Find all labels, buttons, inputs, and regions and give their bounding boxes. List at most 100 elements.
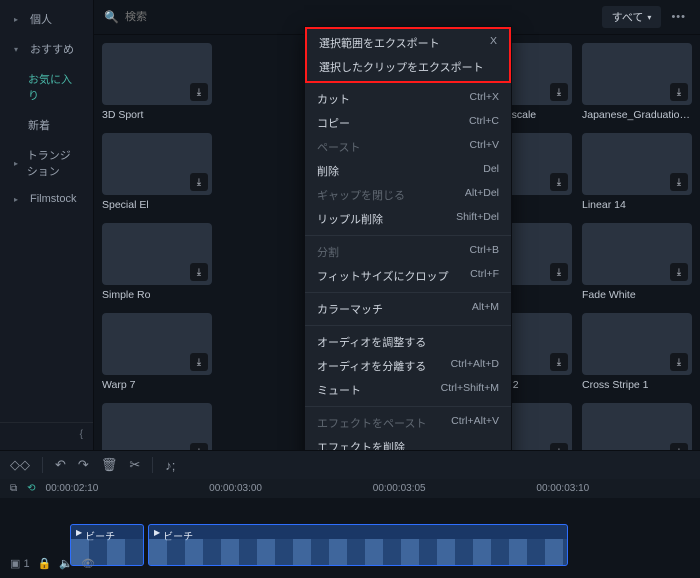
track-visible-icon[interactable]: 👁 [81,557,95,570]
thumbnail-image: ⤓ [102,133,212,195]
more-icon[interactable]: ••• [667,11,690,23]
menu-shortcut: Ctrl+B [470,244,499,260]
menu-label: ミュート [317,382,361,398]
download-icon[interactable]: ⤓ [550,443,568,450]
music-icon[interactable]: ♪; [165,458,175,473]
menu-item[interactable]: ミュートCtrl+Shift+M [305,378,511,402]
menu-item[interactable]: コピーCtrl+C [305,111,511,135]
thumbnail-label: Fade White [582,289,692,301]
download-icon[interactable]: ⤓ [670,443,688,450]
sidebar-item-favorites[interactable]: お気に入り [0,64,93,110]
download-icon[interactable]: ⤓ [550,173,568,191]
download-icon[interactable]: ⤓ [550,263,568,281]
menu-item[interactable]: オーディオを分離するCtrl+Alt+D [305,354,511,378]
menu-label: カラーマッチ [317,301,383,317]
sidebar-item-transition[interactable]: ▸ トランジション [0,140,93,186]
thumbnail[interactable]: ⤓ Fade White [582,223,692,301]
thumbnail-image: ⤓ [582,313,692,375]
trash-icon[interactable]: 🗑 [101,457,118,473]
cut-icon[interactable]: ✂ [129,457,140,473]
thumbnail[interactable]: ⤓Warp 7 [102,313,212,391]
menu-label: オーディオを分離する [317,358,426,374]
ruler-tick: 00:00:03:00 [209,483,363,494]
menu-shortcut: Shift+Del [456,211,499,227]
menu-label: ペースト [317,139,360,155]
thumbnail[interactable]: ⤓Simple Ro [102,223,212,301]
menu-label: リップル削除 [317,211,383,227]
ruler-tick: 00:00:03:10 [536,483,690,494]
menu-item[interactable]: リップル削除 Shift+Del [305,207,511,231]
menu-label: 分割 [317,244,339,260]
menu-item[interactable]: カット Ctrl+X [305,87,511,111]
thumbnail-label: Cross Stripe 1 [582,379,692,391]
download-icon[interactable]: ⤓ [550,353,568,371]
thumbnail[interactable]: ⤓Orb Twist [102,403,212,450]
link-icon[interactable]: ⟲ [27,483,35,494]
menu-item[interactable]: カラーマッチAlt+M [305,297,511,321]
thumbnail[interactable]: ⤓ Cross Stripe 1 [582,313,692,391]
play-icon: ▶ [154,528,160,537]
menu-shortcut: Ctrl+F [470,268,499,284]
sidebar-item-new[interactable]: 新着 [0,110,93,140]
sidebar-item-recommended[interactable]: ▾ おすすめ [0,34,93,64]
timeline[interactable]: ▶ ビーチ ▶ ビーチ ▣ 1 🔒 🔈 👁 [0,498,700,578]
thumbnail-image: ⤓ [582,43,692,105]
menu-item[interactable]: エフェクトを削除 [305,435,511,450]
thumbnail[interactable]: ⤓3D Sport [102,43,212,121]
track-mute-icon[interactable]: 🔈 [59,557,73,570]
thumbnail[interactable]: ⤓Linear 14 [582,133,692,211]
menu-item[interactable]: 削除Del [305,159,511,183]
sidebar-item-personal[interactable]: ▸ 個人 [0,4,93,34]
timeline-toolbar: ◇◇ ↶ ↷ 🗑 ✂ ♪; [0,450,700,479]
layer-icon[interactable]: ⧉ [10,483,17,494]
ruler-tick: 00:00:02:10 [46,483,200,494]
sidebar-item-filmstock[interactable]: ▸ Filmstock [0,186,93,212]
download-icon[interactable]: ⤓ [190,173,208,191]
download-icon[interactable]: ⤓ [670,263,688,281]
sidebar-item-label: 新着 [28,117,50,133]
filter-dropdown[interactable]: すべて ▾ [602,6,662,28]
download-icon[interactable]: ⤓ [190,83,208,101]
menu-item: ペースト Ctrl+V [305,135,511,159]
main: 🔍 すべて ▾ ••• ⤓3D Sport⤓⤓⤓Fade Grayscale⤓J… [94,0,700,450]
menu-item[interactable]: フィットサイズにクロップ Ctrl+F [305,264,511,288]
thumbnail[interactable]: ⤓Japanese_Graduation_... [582,43,692,121]
thumbnail-image: ⤓ [582,133,692,195]
menu-export-clip[interactable]: 選択したクリップをエクスポート [307,55,509,79]
download-icon[interactable]: ⤓ [190,443,208,450]
redo-icon[interactable]: ↷ [78,457,89,473]
thumbnail[interactable]: ⤓Special El [102,133,212,211]
track-video-icon[interactable]: ▣ 1 [10,557,30,570]
menu-export-range[interactable]: 選択範囲をエクスポート X [307,31,509,55]
menu-label: フィットサイズにクロップ [317,268,448,284]
menu-label: ギャップを閉じる [317,187,405,203]
menu-shortcut: Ctrl+C [469,115,499,131]
thumbnail[interactable]: ⤓ぼかしロール3 [582,403,692,450]
context-menu-highlight: 選択範囲をエクスポート X 選択したクリップをエクスポート [305,27,511,83]
download-icon[interactable]: ⤓ [550,83,568,101]
download-icon[interactable]: ⤓ [670,173,688,191]
thumbnail-image: ⤓ [102,223,212,285]
menu-label: 選択したクリップをエクスポート [319,59,484,75]
keyframe-icon[interactable]: ◇◇ [10,457,30,473]
menu-item[interactable]: オーディオを調整する [305,330,511,354]
thumbnail-image: ⤓ [102,403,212,450]
menu-item: 分割 Ctrl+B [305,240,511,264]
filter-label: すべて [612,9,644,25]
menu-label: カット [317,91,350,107]
timeline-clip[interactable]: ▶ ビーチ [148,524,568,566]
download-icon[interactable]: ⤓ [190,353,208,371]
menu-shortcut: Ctrl+V [470,139,499,155]
menu-shortcut: Ctrl+X [470,91,499,107]
download-icon[interactable]: ⤓ [190,263,208,281]
track-lock-icon[interactable]: 🔒 [38,557,52,570]
sidebar-collapse[interactable]: { [0,422,93,446]
download-icon[interactable]: ⤓ [670,83,688,101]
menu-label: 選択範囲をエクスポート [319,35,440,51]
undo-icon[interactable]: ↶ [55,457,66,473]
chevron-down-icon: ▾ [14,45,24,54]
download-icon[interactable]: ⤓ [670,353,688,371]
play-icon: ▶ [76,528,82,537]
menu-shortcut: Alt+Del [465,187,499,203]
search-input[interactable] [125,11,596,23]
